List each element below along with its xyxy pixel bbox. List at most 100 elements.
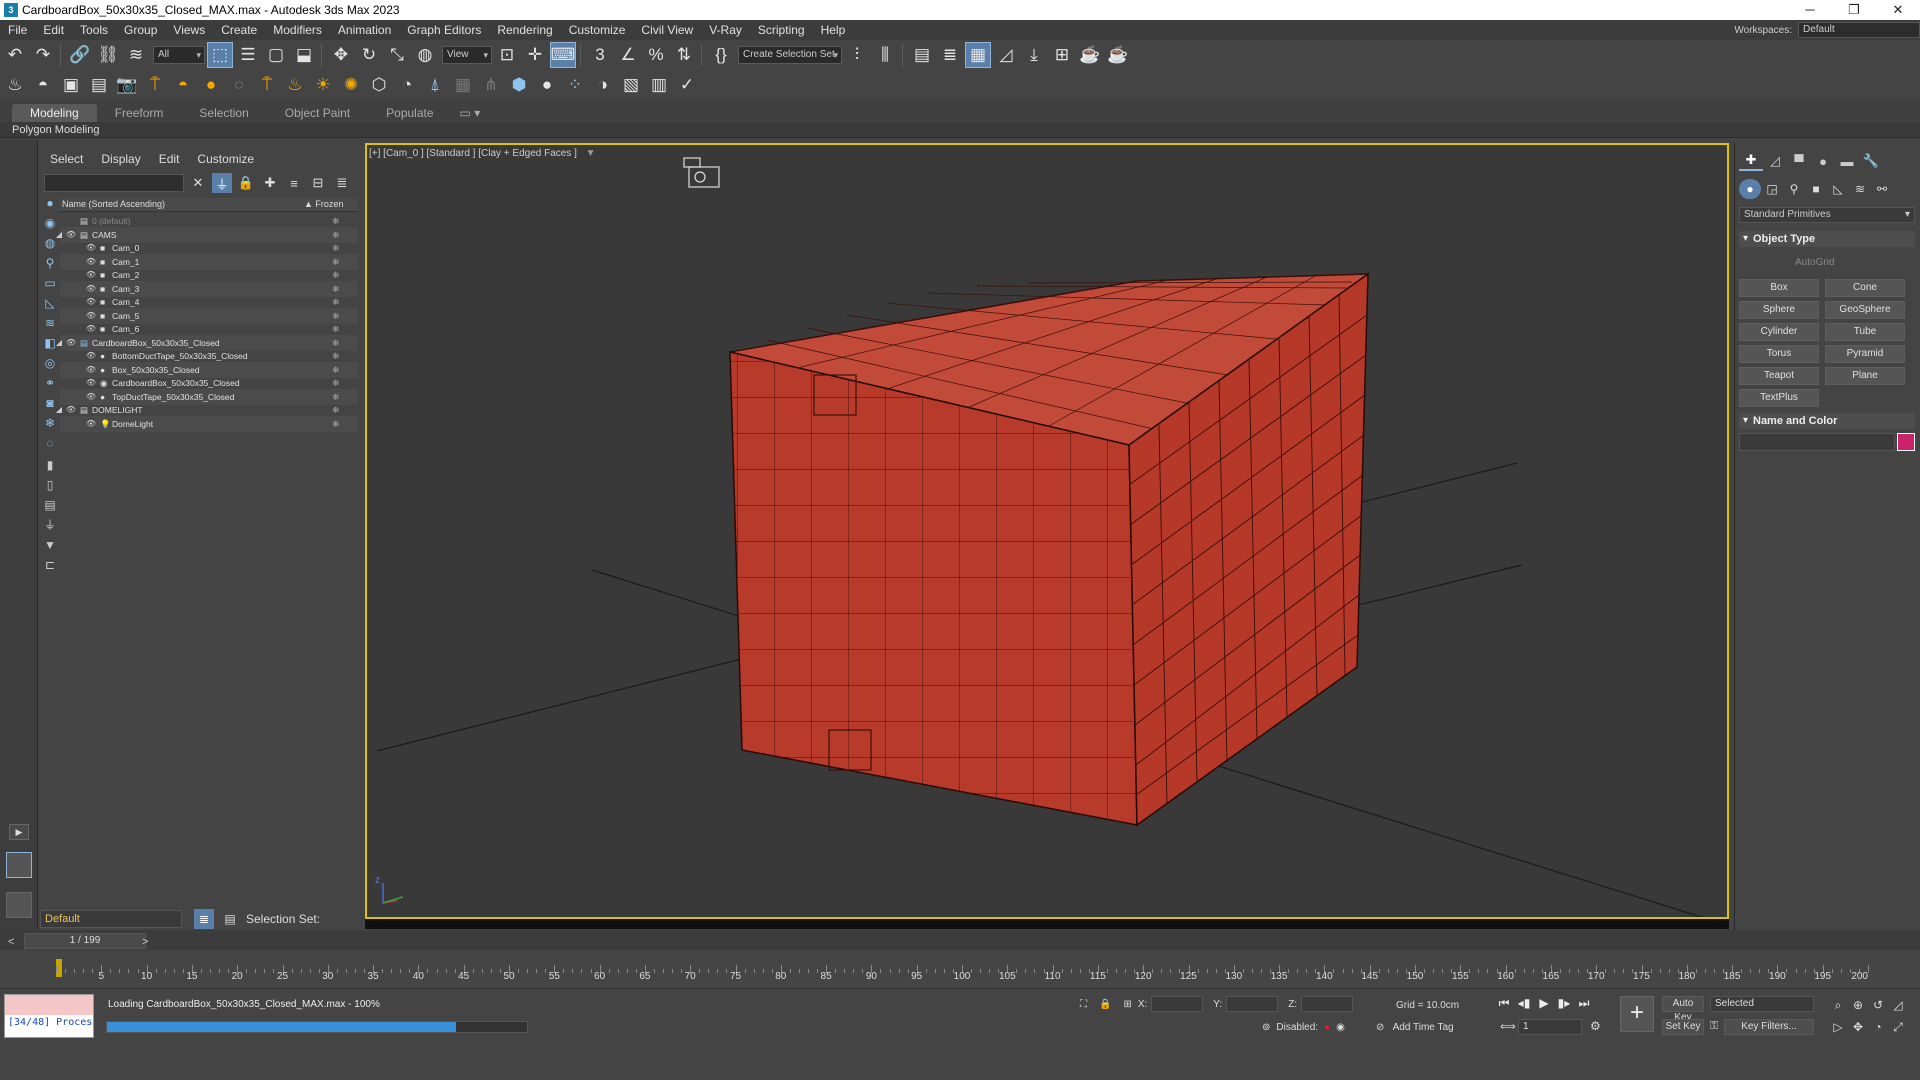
orbit-icon[interactable]: ↺ — [1868, 996, 1888, 1014]
window-crossing-icon[interactable]: ⬓ — [291, 42, 317, 68]
reference-coord-select[interactable]: View — [442, 46, 492, 64]
modify-tab-icon[interactable]: ◿ — [1763, 151, 1787, 171]
z-coordinate-input[interactable] — [1301, 996, 1354, 1012]
display-tab-icon[interactable]: ▬ — [1835, 151, 1859, 171]
object-color-swatch[interactable] — [1897, 433, 1915, 451]
teapot-button[interactable]: Teapot — [1739, 367, 1819, 385]
selection-lock-icon[interactable]: ⊏ — [43, 558, 57, 572]
edit-named-selection-icon[interactable]: {} — [708, 42, 734, 68]
preview-icon[interactable]: ▥ — [646, 72, 672, 98]
visibility-eye-icon[interactable]: 👁 — [85, 416, 97, 432]
pyramid-button[interactable]: Pyramid — [1825, 345, 1905, 363]
menu-help[interactable]: Help — [813, 23, 854, 37]
key-filters-button[interactable]: Key Filters... — [1724, 1019, 1814, 1035]
tube-button[interactable]: Tube — [1825, 323, 1905, 341]
mesh-light-icon[interactable]: ○ — [226, 72, 252, 98]
menu-customize[interactable]: Customize — [561, 23, 634, 37]
object-name-input[interactable] — [1739, 433, 1895, 451]
geosphere-button[interactable]: GeoSphere — [1825, 301, 1905, 319]
y-coordinate-input[interactable] — [1226, 996, 1279, 1012]
toggle-icon[interactable]: ◉ — [1336, 1022, 1345, 1033]
maxscript-listener[interactable]: [34/48] Proces — [4, 994, 94, 1038]
explorer-menu-select[interactable]: Select — [50, 152, 83, 166]
ribbon-subtab[interactable]: Polygon Modeling — [0, 122, 1920, 138]
key-filter-icon[interactable]: ⚿ — [1710, 1020, 1718, 1033]
search-input[interactable] — [44, 174, 184, 192]
box-button[interactable]: Box — [1739, 279, 1819, 297]
lock-icon[interactable]: 🔒 — [236, 173, 256, 193]
current-frame-input[interactable]: 1 — [1518, 1019, 1582, 1035]
schematic-view-icon[interactable]: ⤓ — [1021, 42, 1047, 68]
clear-search-icon[interactable]: ✕ — [188, 173, 208, 193]
filter-toggle-icon[interactable]: ⏚ — [212, 173, 232, 193]
viewport-label[interactable]: [+] [Cam_0 ] [Standard ] [Clay + Edged F… — [369, 148, 596, 159]
menu-vray[interactable]: V-Ray — [701, 23, 750, 37]
bind-space-warp-icon[interactable]: ≋ — [123, 42, 149, 68]
decal-icon[interactable]: ⬢ — [506, 72, 532, 98]
material-ball-icon[interactable]: ● — [534, 72, 560, 98]
viewport-label-text[interactable]: [+] [Cam_0 ] [Standard ] [Clay + Edged F… — [369, 148, 577, 159]
sky-icon[interactable]: ✺ — [338, 72, 364, 98]
go-to-end-icon[interactable]: ⏭ — [1574, 994, 1594, 1012]
category-select[interactable]: Standard Primitives — [1739, 207, 1915, 223]
zoom-icon[interactable]: ⌕ — [1828, 996, 1848, 1014]
pivot-center-icon[interactable]: ⊡ — [494, 42, 520, 68]
workspaces-select[interactable]: Default — [1798, 22, 1920, 38]
helpers-icon[interactable]: ◺ — [1827, 179, 1849, 199]
polygon-modeling-label[interactable]: Polygon Modeling — [12, 124, 99, 136]
plane-icon[interactable]: ◔ — [394, 72, 420, 98]
menu-scripting[interactable]: Scripting — [750, 23, 813, 37]
viewport-layout-icon[interactable] — [6, 852, 32, 878]
time-slider-prev[interactable]: < — [8, 936, 14, 948]
zoom-extents-icon[interactable]: ▷ — [1828, 1018, 1848, 1036]
add-time-tag-label[interactable]: Add Time Tag — [1393, 1022, 1454, 1033]
camera-render-icon[interactable]: 📷 — [114, 72, 140, 98]
add-time-tag[interactable]: ⊘ Add Time Tag — [1376, 1022, 1454, 1033]
play-icon[interactable]: ▶ — [1534, 994, 1554, 1012]
hierarchy-tab-icon[interactable]: ▀ — [1787, 151, 1811, 171]
display-bones-icon[interactable]: ⚭ — [43, 376, 57, 390]
snaps-toggle-icon[interactable]: 3 — [587, 42, 613, 68]
go-to-start-icon[interactable]: ⏮ — [1494, 994, 1514, 1012]
toggle-ribbon-icon[interactable]: ▦ — [965, 42, 991, 68]
menu-file[interactable]: File — [0, 23, 35, 37]
sun-icon[interactable]: ☀ — [310, 72, 336, 98]
add-layer-icon[interactable]: ✚ — [260, 173, 280, 193]
isolate-icon[interactable]: ⛶ — [1080, 999, 1087, 1010]
curve-editor-icon[interactable]: ◿ — [993, 42, 1019, 68]
viewport[interactable]: z — [365, 143, 1729, 919]
sphere-button[interactable]: Sphere — [1739, 301, 1819, 319]
material-editor-icon[interactable]: ⊞ — [1049, 42, 1075, 68]
current-layer-select[interactable]: Default — [40, 910, 182, 928]
display-spacewarps-icon[interactable]: ≋ — [43, 316, 57, 330]
lighting-analysis-icon[interactable]: ◑ — [590, 72, 616, 98]
display-frozen-icon[interactable]: ❄ — [43, 416, 57, 430]
menu-create[interactable]: Create — [213, 23, 265, 37]
object-type-rollout[interactable]: Object Type — [1739, 231, 1915, 247]
torus-button[interactable]: Torus — [1739, 345, 1819, 363]
spinner-snap-icon[interactable]: ⇅ — [671, 42, 697, 68]
material-library-icon[interactable]: ⁘ — [562, 72, 588, 98]
layer-explorer-toggle-icon[interactable]: ≣ — [194, 909, 214, 929]
render-elements-icon[interactable]: ▤ — [86, 72, 112, 98]
link-icon[interactable]: 🔗 — [67, 42, 93, 68]
display-invert-icon[interactable]: ▤ — [43, 498, 57, 512]
vray-plane-icon[interactable]: ▦ — [450, 72, 476, 98]
scale-icon[interactable]: ⤡ — [384, 42, 410, 68]
undo-icon[interactable]: ↶ — [2, 42, 28, 68]
tab-populate[interactable]: Populate — [368, 104, 451, 122]
orbit-subobject-icon[interactable]: ◔ — [1868, 1018, 1888, 1036]
display-xrefs-icon[interactable]: ◎ — [43, 356, 57, 370]
column-name[interactable]: Name (Sorted Ascending) — [62, 199, 165, 209]
time-slider[interactable] — [0, 930, 1920, 950]
display-hidden-icon[interactable]: ◌ — [43, 436, 57, 450]
rotate-icon[interactable]: ↻ — [356, 42, 382, 68]
render-frame-icon[interactable]: ◓ — [30, 72, 56, 98]
menu-rendering[interactable]: Rendering — [489, 23, 560, 37]
ies-light-icon[interactable]: ⍑ — [254, 72, 280, 98]
sort-by-layer-icon[interactable]: ≡ — [284, 173, 304, 193]
menu-civil-view[interactable]: Civil View — [633, 23, 701, 37]
display-helpers-icon[interactable]: ◺ — [43, 296, 57, 310]
selection-set-select[interactable]: Create Selection Set — [738, 46, 842, 64]
tab-object-paint[interactable]: Object Paint — [267, 104, 368, 122]
